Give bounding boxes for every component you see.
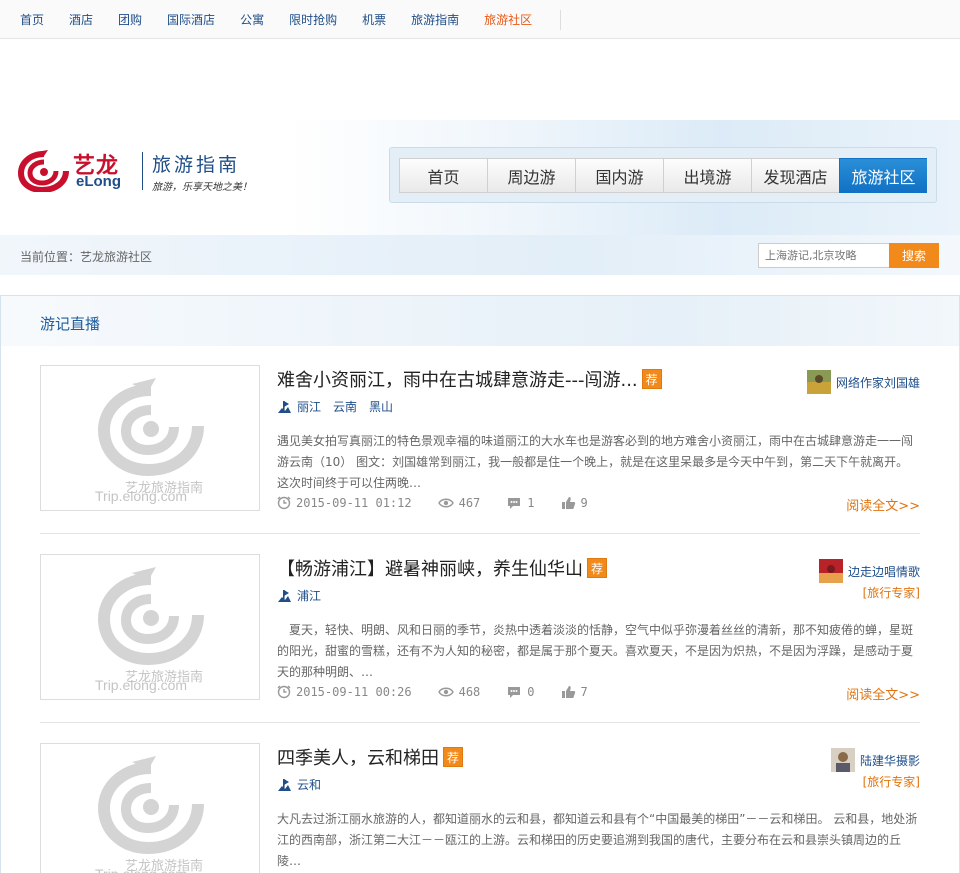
recommend-badge: 荐 xyxy=(443,747,463,767)
entry-title-text[interactable]: 难舍小资丽江，雨中在古城肆意游走---闯游... xyxy=(277,370,638,391)
brand-en: eLong xyxy=(76,173,121,190)
top-nav-travel-guide[interactable]: 旅游指南 xyxy=(411,11,459,28)
elong-dragon-logo-icon xyxy=(18,150,69,192)
recommend-badge: 荐 xyxy=(641,369,662,389)
search-input[interactable] xyxy=(758,243,890,268)
search-button[interactable]: 搜索 xyxy=(889,243,939,268)
location-pin-icon xyxy=(278,400,291,413)
logo-slogan: 旅游，乐享天地之美！ xyxy=(152,182,252,193)
comment-count: 1 xyxy=(527,496,535,510)
watermark-en: Trip.elong.com xyxy=(95,677,188,693)
watermark-en: Trip.elong.com xyxy=(95,488,188,504)
entry-thumbnail[interactable]: 艺龙旅游指南 Trip.elong.com xyxy=(40,554,260,700)
main-nav-home[interactable]: 首页 xyxy=(399,158,487,193)
author-name[interactable]: 边走边唱情歌 xyxy=(848,563,920,580)
clock-icon xyxy=(277,685,291,699)
avatar[interactable] xyxy=(818,559,843,583)
top-nav-divider xyxy=(560,10,561,30)
top-nav-community[interactable]: 旅游社区 xyxy=(484,11,532,28)
entry-divider xyxy=(40,533,920,534)
entry-meta: 2015-09-11 01:12 467 1 9 xyxy=(277,496,614,510)
entry-meta: 2015-09-11 00:26 468 0 7 xyxy=(277,685,614,699)
watermark-en: Trip.elong.com xyxy=(95,866,187,873)
top-nav-apartment[interactable]: 公寓 xyxy=(240,11,264,28)
main-nav-outbound[interactable]: 出境游 xyxy=(663,158,751,193)
view-count: 468 xyxy=(458,685,481,699)
entry-tags: 云和 xyxy=(277,776,333,793)
entry-summary: 遇见美女拍写真丽江的特色景观幸福的味道丽江的大水车也是游客必到的地方难舍小资丽江… xyxy=(277,434,914,490)
main-nav: 首页 周边游 国内游 出境游 发现酒店 旅游社区 xyxy=(389,147,937,203)
breadcrumb: 当前位置：艺龙旅游社区 xyxy=(20,250,153,264)
main-nav-community[interactable]: 旅游社区 xyxy=(839,158,927,193)
top-nav-hotel[interactable]: 酒店 xyxy=(69,11,93,28)
avatar[interactable] xyxy=(830,748,855,772)
entry-title-text[interactable]: 四季美人，云和梯田 xyxy=(277,748,439,769)
top-nav-groupbuy[interactable]: 团购 xyxy=(118,11,142,28)
read-more-link[interactable]: 阅读全文>> xyxy=(846,495,920,514)
read-more-link[interactable]: 阅读全文>> xyxy=(846,684,920,703)
entry-divider xyxy=(40,722,920,723)
list-item: 艺龙旅游指南 Trip.elong.com 【畅游浦江】避暑神丽峡，养生仙华山荐… xyxy=(40,554,920,724)
thumbs-up-icon xyxy=(561,497,575,509)
watermark-dragon-icon xyxy=(97,567,204,666)
author-name[interactable]: 网络作家刘国雄 xyxy=(836,374,920,391)
author[interactable]: 边走边唱情歌 xyxy=(818,559,920,583)
top-nav: 首页 酒店 团购 国际酒店 公寓 限时抢购 机票 旅游指南 旅游社区 xyxy=(0,0,557,39)
entry-title[interactable]: 难舍小资丽江，雨中在古城肆意游走---闯游... 荐 xyxy=(277,366,662,392)
logo-guide-text: 旅游指南 xyxy=(152,154,241,176)
entry-title[interactable]: 四季美人，云和梯田荐 xyxy=(277,744,463,770)
avatar[interactable] xyxy=(806,370,831,394)
top-nav-bar: 首页 酒店 团购 国际酒店 公寓 限时抢购 机票 旅游指南 旅游社区 xyxy=(0,0,960,39)
comment-count: 0 xyxy=(527,685,535,699)
top-nav-flash-sale[interactable]: 限时抢购 xyxy=(289,11,337,28)
entry-summary: 大凡去过浙江丽水旅游的人，都知道丽水的云和县，都知道云和县有个“中国最美的梯田”… xyxy=(277,812,918,868)
entry-time: 2015-09-11 01:12 xyxy=(296,496,412,510)
section-title: 游记直播 xyxy=(40,315,101,333)
main-nav-domestic[interactable]: 国内游 xyxy=(575,158,663,193)
tag-link[interactable]: 丽江 xyxy=(297,398,321,415)
top-nav-home[interactable]: 首页 xyxy=(20,11,44,28)
entry-thumbnail[interactable]: 艺龙旅游指南 Trip.elong.com xyxy=(40,365,260,511)
entry-time: 2015-09-11 00:26 xyxy=(296,685,412,699)
top-nav-intl-hotel[interactable]: 国际酒店 xyxy=(167,11,215,28)
entry-summary: 夏天，轻快、明朗、风和日丽的季节，炎热中透着淡淡的恬静，空气中似乎弥漫着丝丝的清… xyxy=(277,623,914,679)
like-count: 9 xyxy=(580,496,588,510)
main-nav-discover-hotel[interactable]: 发现酒店 xyxy=(751,158,839,193)
panel-header xyxy=(1,296,959,346)
expert-badge: [旅行专家] xyxy=(862,775,920,789)
comment-icon xyxy=(508,687,521,698)
recommend-badge: 荐 xyxy=(587,558,607,578)
list-item: 艺龙旅游指南 Trip.elong.com 难舍小资丽江，雨中在古城肆意游走--… xyxy=(40,365,920,535)
watermark-dragon-icon xyxy=(97,378,204,477)
tag-link[interactable]: 黑山 xyxy=(369,398,393,415)
tag-link[interactable]: 云和 xyxy=(297,776,321,793)
location-pin-icon xyxy=(278,589,291,602)
top-nav-flights[interactable]: 机票 xyxy=(362,11,386,28)
author[interactable]: 网络作家刘国雄 xyxy=(806,370,920,394)
watermark-dragon-icon xyxy=(97,756,204,855)
like-count: 7 xyxy=(580,685,588,699)
entry-thumbnail[interactable]: 艺龙旅游指南 Trip.elong.com xyxy=(40,743,260,873)
main-nav-nearby[interactable]: 周边游 xyxy=(487,158,575,193)
view-count: 467 xyxy=(458,496,481,510)
comment-icon xyxy=(508,498,521,509)
entry-title-text[interactable]: 【畅游浦江】避暑神丽峡，养生仙华山 xyxy=(277,559,583,580)
list-item: 艺龙旅游指南 Trip.elong.com 四季美人，云和梯田荐 云和 大凡去过… xyxy=(40,743,920,873)
tag-link[interactable]: 浦江 xyxy=(297,587,321,604)
tag-link[interactable]: 云南 xyxy=(333,398,357,415)
logo-divider xyxy=(142,152,143,190)
entry-tags: 浦江 xyxy=(277,587,333,604)
entry-tags: 丽江 云南 黑山 xyxy=(277,398,405,415)
entry-title[interactable]: 【畅游浦江】避暑神丽峡，养生仙华山荐 xyxy=(277,555,607,581)
location-pin-icon xyxy=(278,778,291,791)
eye-icon xyxy=(437,687,454,697)
expert-badge: [旅行专家] xyxy=(862,586,920,600)
author-name[interactable]: 陆建华摄影 xyxy=(860,752,920,769)
thumbs-up-icon xyxy=(561,686,575,698)
eye-icon xyxy=(437,498,454,508)
author[interactable]: 陆建华摄影 xyxy=(830,748,920,772)
clock-icon xyxy=(277,496,291,510)
site-logo[interactable]: 艺龙 eLong 旅游指南 旅游，乐享天地之美！ xyxy=(18,146,258,196)
